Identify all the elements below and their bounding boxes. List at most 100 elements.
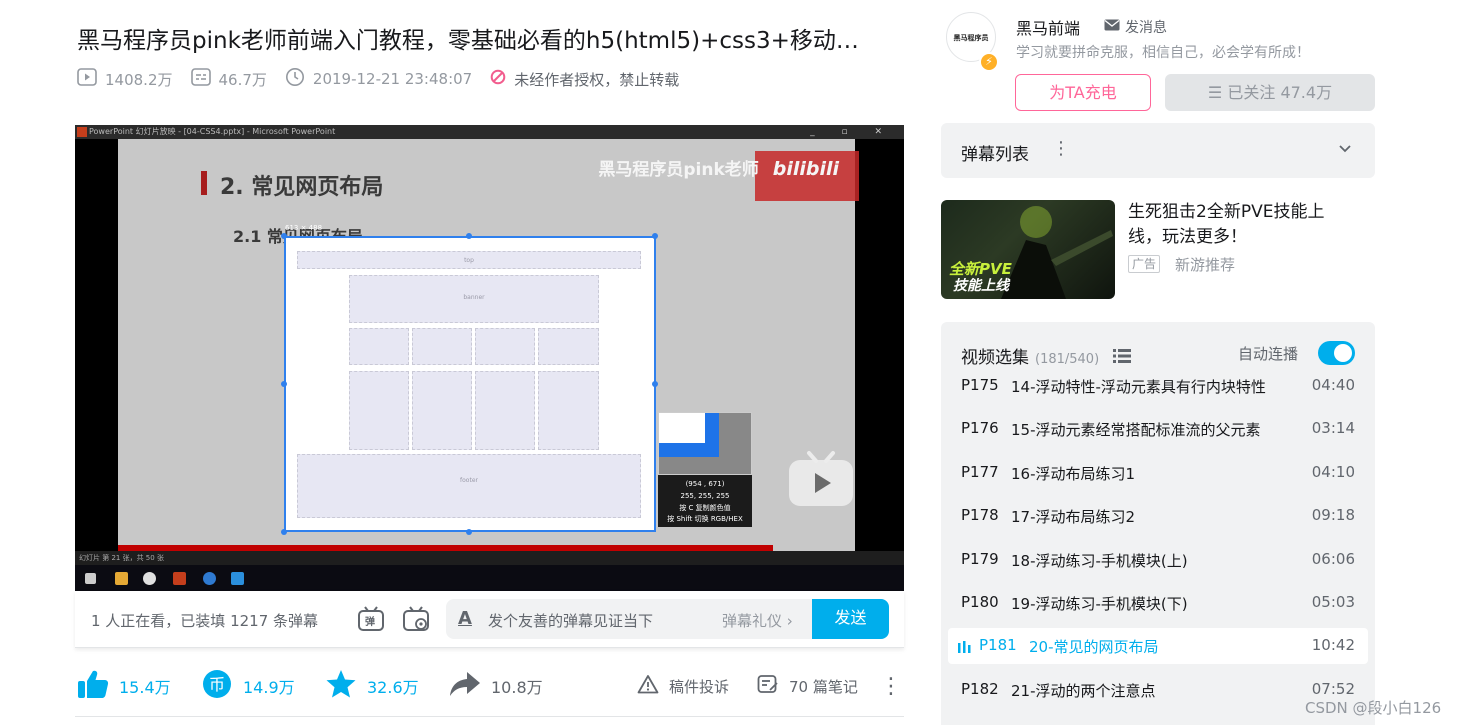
color-magnifier <box>658 412 752 475</box>
wireframe-banner: banner <box>349 275 599 323</box>
watermark-text: 黑马程序员pink老师 <box>598 160 759 180</box>
followed-button[interactable]: ☰ 已关注 47.4万 <box>1165 74 1375 111</box>
chrome-icon <box>143 572 156 585</box>
danmaku-etiquette-link[interactable]: 弹幕礼仪 › <box>722 610 793 631</box>
ad-image-text-2: 技能上线 <box>953 277 1011 294</box>
wireframe-box <box>412 371 472 450</box>
autoplay-label: 自动连播 <box>1238 345 1299 363</box>
ppt-status-bar: 幻灯片 第 21 张，共 50 张 <box>75 551 904 565</box>
view-count-text: 1408.2万 <box>105 70 173 89</box>
resize-handle[interactable] <box>652 233 658 239</box>
resize-handle[interactable] <box>466 233 472 239</box>
episode-item[interactable]: P180 19-浮动练习-手机模块(下) 05:03 <box>941 585 1375 621</box>
picker-coords: (954 , 671) <box>685 480 725 488</box>
episode-duration: 10:42 <box>1311 636 1355 655</box>
chevron-right-icon: › <box>786 612 793 630</box>
coin-icon: 币 <box>201 668 243 704</box>
copyright-notice: 未经作者授权，禁止转载 <box>490 69 679 90</box>
list-view-icon[interactable] <box>1113 348 1132 368</box>
picker-rgb: 255, 255, 255 <box>680 492 730 500</box>
resize-handle[interactable] <box>281 381 287 387</box>
episode-panel: 视频选集 (181/540) 自动连播 P175 14-浮动特性-浮动元素具有行内… <box>941 322 1375 725</box>
coin-button[interactable]: 币 14.9万 <box>201 668 295 704</box>
more-options-icon[interactable]: ⋮ <box>1052 138 1070 159</box>
episode-number: P175 <box>961 376 999 394</box>
danmaku-list-title: 弹幕列表 <box>961 145 1029 165</box>
resize-handle[interactable] <box>652 381 658 387</box>
danmaku-settings-icon[interactable] <box>402 605 430 633</box>
wireframe-box <box>349 371 409 450</box>
episode-duration: 05:03 <box>1311 593 1355 611</box>
wireframe-box <box>475 328 535 365</box>
bilibili-watermark: bilibili <box>772 158 839 180</box>
episode-item[interactable]: P179 18-浮动练习-手机模块(上) 06:06 <box>941 542 1375 578</box>
favorite-button[interactable]: 32.6万 <box>325 668 419 704</box>
episode-name: 17-浮动布局练习2 <box>1011 508 1136 527</box>
publish-date: 2019-12-21 23:48:07 <box>285 67 472 91</box>
episode-duration: 06:06 <box>1311 549 1355 568</box>
edge-icon <box>203 572 216 585</box>
episode-name: 21-浮动的两个注意点 <box>1011 681 1156 700</box>
copyright-text: 未经作者授权，禁止转载 <box>514 70 680 89</box>
play-button[interactable] <box>787 450 855 508</box>
send-message-label: 发消息 <box>1125 20 1167 36</box>
danmaku-count-icon <box>190 68 219 90</box>
publish-date-text: 2019-12-21 23:48:07 <box>312 70 473 88</box>
vscode-icon <box>231 572 244 585</box>
episode-duration: 09:18 <box>1311 506 1355 525</box>
charge-button[interactable]: 为TA充电 <box>1015 74 1151 111</box>
thumbs-up-icon <box>77 669 119 703</box>
star-icon <box>325 669 367 703</box>
episode-item[interactable]: P177 16-浮动布局练习1 04:10 <box>941 455 1375 491</box>
share-icon <box>449 670 491 702</box>
ad-image-text-1: 全新PVE <box>949 260 1013 278</box>
report-button[interactable]: 稿件投诉 <box>637 668 729 704</box>
picker-hint-switch: 按 Shift 切换 RGB/HEX <box>667 515 743 523</box>
mail-icon <box>1104 19 1120 35</box>
notes-icon <box>757 674 789 698</box>
divider <box>75 716 904 717</box>
window-controls-icon: _ ▫ ✕ <box>810 127 894 137</box>
ad-badge: 广告 <box>1128 255 1161 273</box>
danmaku-input[interactable]: A 发个友善的弹幕见证当下 弹幕礼仪 › <box>446 599 812 639</box>
resize-handle[interactable] <box>281 233 287 239</box>
up-name[interactable]: 黑马前端 <box>1016 15 1080 39</box>
episode-item[interactable]: P178 17-浮动布局练习2 09:18 <box>941 498 1375 534</box>
chevron-down-icon[interactable] <box>1337 140 1353 160</box>
avatar-text: 黑马程序员 <box>953 34 989 42</box>
danmaku-list-panel[interactable]: 弹幕列表 ⋮ <box>941 123 1375 178</box>
episode-number: P180 <box>961 593 999 611</box>
like-button[interactable]: 15.4万 <box>77 668 171 704</box>
play-count-icon <box>77 68 105 90</box>
episode-title: 视频选集 <box>961 348 1029 368</box>
share-button[interactable]: 10.8万 <box>449 668 543 704</box>
resize-handle[interactable] <box>281 529 287 535</box>
autoplay-toggle[interactable] <box>1318 341 1355 365</box>
video-meta: 1408.2万 46.7万 2019-12-21 23:48:07 未经作者授权… <box>77 66 697 92</box>
powerpoint-taskbar-icon <box>173 572 186 585</box>
danmaku-toggle-icon[interactable]: 弹 <box>357 605 385 633</box>
episode-item-active[interactable]: P181 20-常见的网页布局 10:42 <box>948 628 1368 665</box>
video-player[interactable]: PowerPoint 幻灯片放映 - [04-CSS4.pptx] - Micr… <box>75 125 904 591</box>
windows-start-icon <box>85 573 96 584</box>
powerpoint-icon <box>77 127 87 137</box>
notes-button[interactable]: 70 篇笔记 <box>757 668 858 704</box>
ppt-window-title: PowerPoint 幻灯片放映 - [04-CSS4.pptx] - Micr… <box>89 127 336 136</box>
episode-name: 18-浮动练习-手机模块(上) <box>1011 551 1188 570</box>
episode-duration: 04:10 <box>1311 462 1355 481</box>
color-picker: (954 , 671) 255, 255, 255 按 C 复制颜色值 按 Sh… <box>658 412 752 527</box>
ad-title[interactable]: 生死狙击2全新PVE技能上线，玩法更多！ <box>1128 200 1358 250</box>
resize-handle[interactable] <box>466 529 472 535</box>
episode-item[interactable]: P175 14-浮动特性-浮动元素具有行内块特性 04:40 <box>941 368 1375 404</box>
more-menu-icon[interactable]: ⋮ <box>880 668 902 704</box>
send-danmaku-button[interactable]: 发送 <box>812 599 889 639</box>
ad-source: 新游推荐 <box>1175 256 1236 274</box>
danmaku-style-icon[interactable]: A <box>458 608 472 629</box>
episode-number: P182 <box>961 679 999 698</box>
episode-item[interactable]: P176 15-浮动元素经常搭配标准流的父元素 03:14 <box>941 411 1375 447</box>
menu-lines-icon: ☰ <box>1207 83 1223 102</box>
ad-thumbnail[interactable]: 全新PVE 技能上线 <box>941 200 1115 299</box>
send-message-link[interactable]: 发消息 <box>1104 17 1167 37</box>
wireframe-top: top <box>297 251 641 269</box>
share-count: 10.8万 <box>491 678 543 697</box>
